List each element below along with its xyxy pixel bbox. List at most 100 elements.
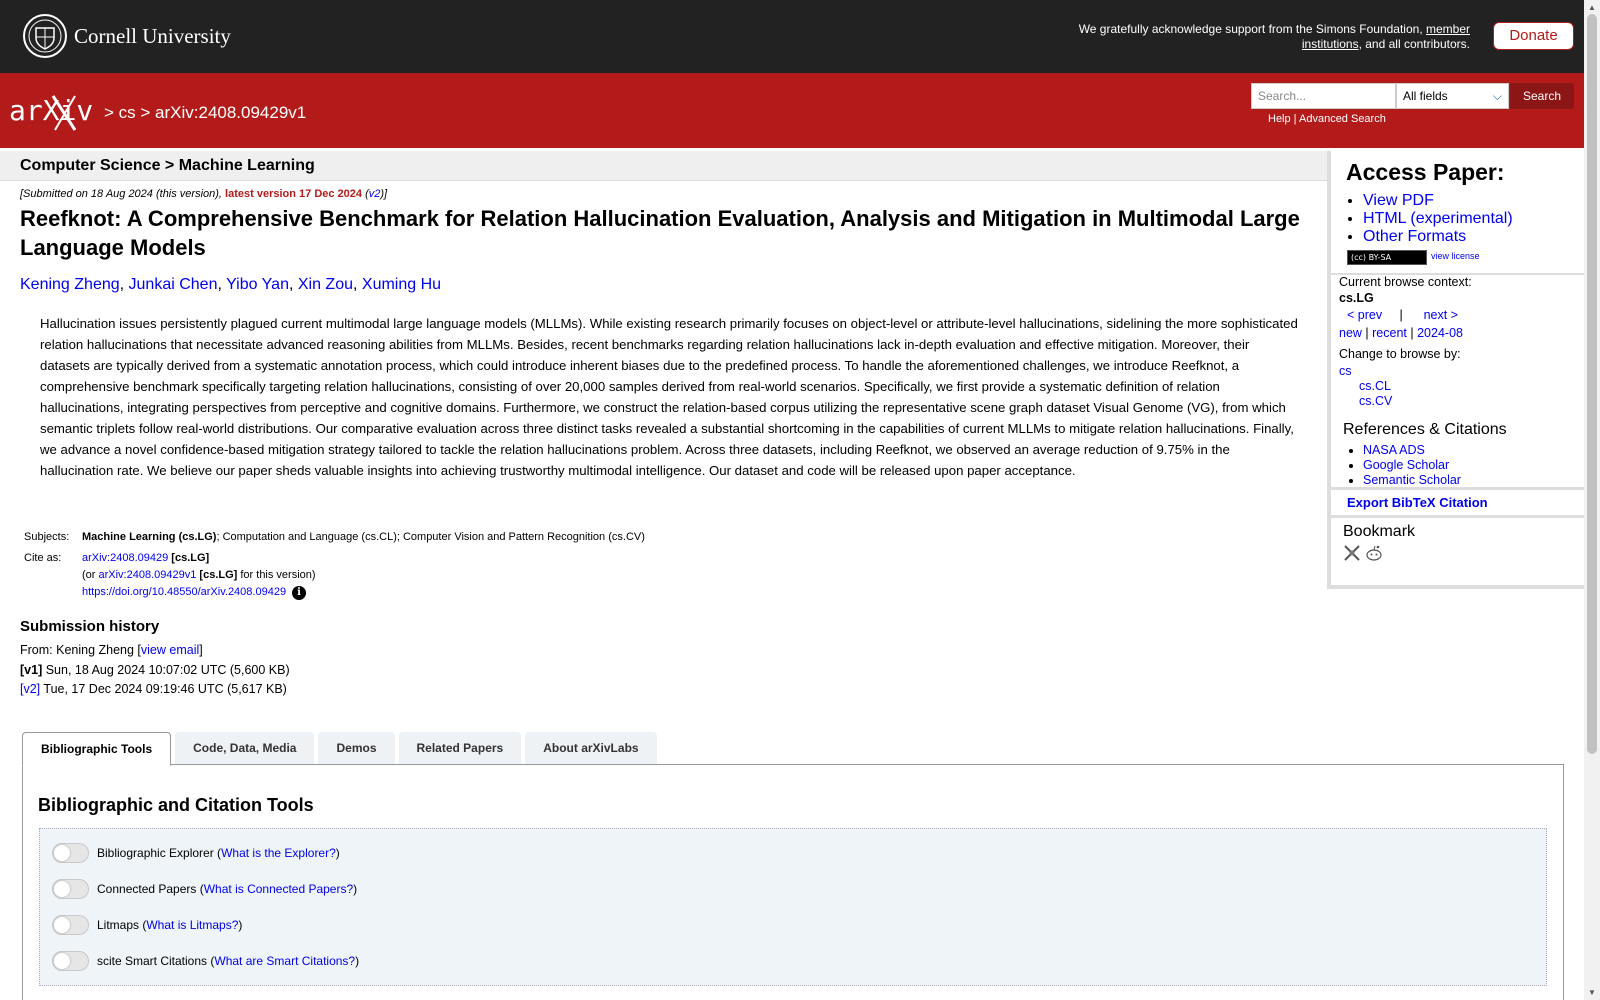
google-scholar-link[interactable]: Google Scholar — [1363, 458, 1449, 472]
subject-path: Computer Science > Machine Learning — [20, 157, 315, 174]
next-link[interactable]: next > — [1424, 308, 1458, 322]
search-button[interactable]: Search — [1510, 83, 1574, 109]
tool-label: Connected Papers ( — [97, 882, 204, 896]
change-browse-label: Change to browse by: — [1339, 347, 1461, 361]
author-link[interactable]: Yibo Yan — [226, 276, 289, 293]
panel-title: Bibliographic and Citation Tools — [38, 795, 314, 815]
donate-button[interactable]: Donate — [1493, 22, 1574, 50]
tool-close: ) — [238, 918, 243, 932]
tool-help-link[interactable]: What is Litmaps? — [146, 918, 238, 932]
tool-help-link[interactable]: What is the Explorer? — [221, 846, 336, 860]
connected-papers-toggle[interactable] — [52, 879, 89, 899]
access-item: HTML (experimental) — [1363, 210, 1513, 228]
tool-help-link[interactable]: What is Connected Papers? — [204, 882, 353, 896]
tool-label: scite Smart Citations ( — [97, 954, 215, 968]
v1-text: Sun, 18 Aug 2024 10:07:02 UTC (5,600 KB) — [42, 662, 290, 677]
scroll-thumb[interactable] — [1587, 14, 1597, 754]
nasa-ads-link[interactable]: NASA ADS — [1363, 443, 1425, 457]
month-link[interactable]: 2024-08 — [1417, 326, 1463, 340]
dateline-part: ( — [362, 188, 369, 200]
author-link[interactable]: Xuming Hu — [362, 276, 441, 293]
v2-history-link[interactable]: [v2] — [20, 682, 40, 696]
tab-bibliographic-tools[interactable]: Bibliographic Tools — [22, 732, 172, 766]
scroll-up-arrow-icon[interactable]: ▲ — [1588, 3, 1596, 12]
view-pdf-link[interactable]: View PDF — [1363, 192, 1434, 209]
browse-cscl-link[interactable]: cs.CL — [1359, 379, 1391, 393]
search-input[interactable] — [1251, 83, 1396, 109]
view-license-link[interactable]: view license — [1431, 251, 1480, 261]
primary-subject: Machine Learning (cs.LG) — [82, 531, 217, 543]
view-email-link[interactable]: view email — [141, 643, 199, 657]
cite-category: [cs.LG] — [168, 552, 210, 564]
author-list: Kening Zheng, Junkai Chen, Yibo Yan, Xin… — [20, 276, 442, 293]
labs-tabs: Bibliographic Tools Code, Data, Media De… — [22, 732, 661, 766]
semantic-scholar-link[interactable]: Semantic Scholar — [1363, 473, 1461, 487]
tool-row-connected-papers: Connected Papers (What is Connected Pape… — [52, 879, 357, 899]
doi-link[interactable]: https://doi.org/10.48550/arXiv.2408.0942… — [82, 586, 286, 598]
references-box: References & Citations NASA ADS Google S… — [1331, 415, 1584, 487]
new-link[interactable]: new — [1339, 326, 1362, 340]
arxiv-logo-text: arXiv — [9, 94, 93, 127]
recent-link[interactable]: recent — [1372, 326, 1407, 340]
v2-link[interactable]: v2 — [369, 188, 381, 200]
tool-row-scite: scite Smart Citations (What are Smart Ci… — [52, 951, 359, 971]
scroll-down-arrow-icon[interactable]: ▼ — [1588, 988, 1596, 997]
author-link[interactable]: Kening Zheng — [20, 276, 120, 293]
tool-row-explorer: Bibliographic Explorer (What is the Expl… — [52, 843, 340, 863]
bookmark-box: Bookmark — [1331, 518, 1584, 585]
cc-license-badge[interactable]: (cc) BY-SA — [1347, 250, 1427, 265]
tool-row-litmaps: Litmaps (What is Litmaps?) — [52, 915, 242, 935]
help-link[interactable]: Help — [1268, 113, 1291, 125]
tool-help-link[interactable]: What are Smart Citations? — [214, 954, 355, 968]
arxiv-logo[interactable]: arXiv — [9, 92, 101, 132]
tab-related-papers[interactable]: Related Papers — [398, 732, 522, 765]
bibsonomy-icon[interactable] — [1343, 544, 1361, 562]
bookmark-icons — [1343, 544, 1383, 562]
from-label: From: Kening Zheng [ — [20, 643, 141, 657]
access-item: View PDF — [1363, 192, 1513, 210]
cornell-seal-icon — [23, 14, 67, 58]
toggle-knob — [54, 845, 70, 861]
from-close: ] — [199, 643, 203, 657]
tab-demos[interactable]: Demos — [318, 732, 395, 765]
tools-list: Bibliographic Explorer (What is the Expl… — [39, 828, 1547, 986]
breadcrumb-sep: > — [104, 103, 119, 122]
cite-version-link[interactable]: arXiv:2408.09429v1 — [99, 569, 197, 581]
breadcrumb-cs[interactable]: cs — [119, 103, 136, 122]
ref-item: NASA ADS — [1363, 443, 1461, 458]
cornell-logo[interactable]: Cornell University — [22, 13, 231, 59]
export-bibtex-link[interactable]: Export BibTeX Citation — [1347, 495, 1488, 510]
bookmark-title: Bookmark — [1343, 523, 1416, 540]
tab-code-data-media[interactable]: Code, Data, Media — [175, 732, 315, 765]
top-banner: Cornell University We gratefully acknowl… — [0, 0, 1584, 73]
references-links: NASA ADS Google Scholar Semantic Scholar — [1363, 443, 1461, 488]
cite-version-tail: for this version) — [237, 569, 316, 581]
bibtex-box: Export BibTeX Citation — [1331, 490, 1584, 515]
dateline-part: )] — [380, 188, 388, 200]
browse-cscv-link[interactable]: cs.CV — [1359, 394, 1392, 408]
search-field-select[interactable]: All fields ⌵ — [1396, 83, 1509, 109]
subjects-value: Machine Learning (cs.LG); Computation an… — [80, 528, 647, 547]
history-v1: [v1] Sun, 18 Aug 2024 10:07:02 UTC (5,60… — [20, 661, 290, 681]
cite-id-link[interactable]: arXiv:2408.09429 — [82, 552, 168, 564]
breadcrumb-paper-id: arXiv:2408.09429v1 — [155, 103, 307, 122]
v1-label: [v1] — [20, 662, 43, 677]
reddit-icon[interactable] — [1365, 544, 1383, 562]
explorer-toggle[interactable] — [52, 843, 89, 863]
info-icon[interactable]: i — [292, 586, 307, 600]
advanced-search-link[interactable]: Advanced Search — [1299, 113, 1386, 125]
author-link[interactable]: Junkai Chen — [129, 276, 218, 293]
author-link[interactable]: Xin Zou — [298, 276, 353, 293]
cornell-name: Cornell University — [74, 23, 231, 48]
html-link[interactable]: HTML (experimental) — [1363, 210, 1513, 227]
browse-cs-link[interactable]: cs — [1339, 364, 1352, 378]
page-scrollbar[interactable]: ▲ ▼ — [1584, 0, 1600, 1000]
prev-link[interactable]: < prev — [1347, 308, 1382, 322]
ref-item: Semantic Scholar — [1363, 473, 1461, 488]
litmaps-toggle[interactable] — [52, 915, 89, 935]
other-formats-link[interactable]: Other Formats — [1363, 228, 1466, 245]
scite-toggle[interactable] — [52, 951, 89, 971]
support-text-part: , and all contributors. — [1358, 36, 1470, 51]
tab-about-arxivlabs[interactable]: About arXivLabs — [525, 732, 657, 765]
tool-label: Bibliographic Explorer ( — [97, 846, 222, 860]
